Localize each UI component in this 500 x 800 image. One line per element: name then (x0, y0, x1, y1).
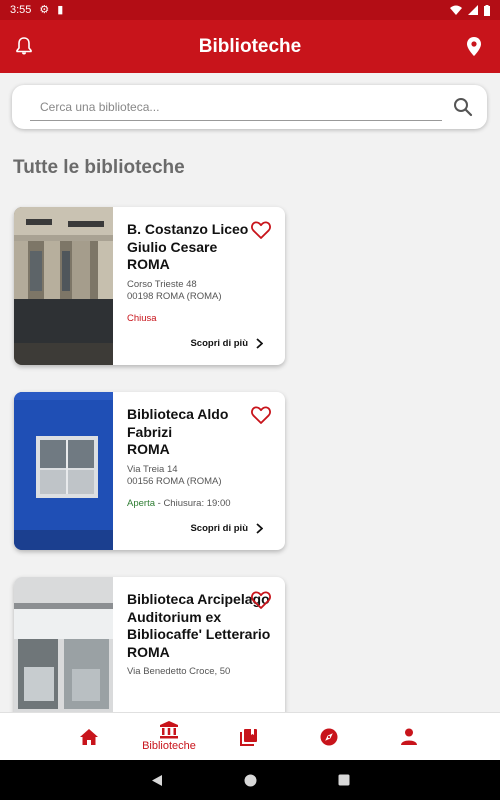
nav-libraries-label: Biblioteche (142, 740, 196, 752)
recents-icon[interactable] (338, 774, 350, 786)
home-icon (80, 728, 98, 745)
library-address: Corso Trieste 48 00198 ROMA (ROMA) (127, 279, 277, 303)
location-pin-icon (467, 36, 481, 56)
page-title: Biblioteche (198, 35, 302, 57)
nav-explore[interactable] (289, 713, 369, 760)
status-time: 3:55 (10, 4, 32, 16)
library-status: Chiusa (127, 313, 277, 324)
library-status: Aperta - Chiusura: 19:00 (127, 498, 277, 509)
status-bar: 3:55 ⚙ ▮ (0, 0, 500, 20)
bell-icon (16, 37, 32, 55)
nav-libraries[interactable]: Biblioteche (129, 713, 209, 760)
learn-more-label: Scopri di più (190, 338, 248, 349)
library-street: Via Treia 14 (127, 463, 178, 475)
library-photo (14, 207, 113, 365)
search-bar (12, 85, 487, 129)
library-photo (14, 392, 113, 550)
back-icon[interactable] (151, 774, 163, 787)
nav-profile[interactable] (369, 713, 449, 760)
library-city: 00156 ROMA (ROMA) (127, 475, 222, 487)
notifications-button[interactable] (12, 34, 36, 58)
favorite-heart-icon[interactable] (251, 406, 271, 424)
learn-more-button[interactable]: Scopri di più (190, 338, 263, 349)
signal-icon (468, 5, 478, 15)
search-input[interactable] (30, 93, 442, 121)
search-icon[interactable] (453, 97, 473, 117)
library-city: 00198 ROMA (ROMA) (127, 290, 222, 302)
section-title: Tutte le biblioteche (13, 157, 185, 178)
learn-more-label: Scopri di più (190, 523, 248, 534)
nav-books[interactable] (209, 713, 289, 760)
home-circle-icon[interactable] (244, 774, 257, 787)
settings-icon: ⚙ (39, 3, 50, 16)
library-street: Via Benedetto Croce, 50 (127, 666, 231, 677)
favorite-heart-icon[interactable] (251, 591, 271, 609)
library-building-icon (160, 721, 178, 739)
books-icon (240, 728, 257, 746)
status-label: Aperta (127, 497, 155, 509)
nav-home[interactable] (49, 713, 129, 760)
status-label: Chiusa (127, 312, 157, 324)
battery-icon (484, 4, 490, 16)
compass-icon (320, 728, 338, 745)
chevron-right-icon (256, 338, 263, 349)
library-card[interactable]: Biblioteca Aldo Fabrizi ROMA Via Treia 1… (14, 392, 285, 550)
library-address: Via Benedetto Croce, 50 (127, 666, 277, 678)
library-address: Via Treia 14 00156 ROMA (ROMA) (127, 464, 277, 488)
sd-card-icon: ▮ (57, 3, 64, 16)
bottom-navigation: Biblioteche (0, 712, 500, 760)
favorite-heart-icon[interactable] (251, 221, 271, 239)
app-bar: Biblioteche (0, 20, 500, 73)
location-button[interactable] (462, 34, 486, 58)
library-street: Corso Trieste 48 (127, 278, 197, 290)
learn-more-button[interactable]: Scopri di più (190, 523, 263, 534)
library-card[interactable]: B. Costanzo Liceo Giulio Cesare ROMA Cor… (14, 207, 285, 365)
closing-time: - Chiusura: 19:00 (157, 497, 231, 509)
person-icon (401, 728, 417, 745)
wifi-icon (450, 5, 462, 15)
chevron-right-icon (256, 523, 263, 534)
system-navigation-bar (0, 760, 500, 800)
